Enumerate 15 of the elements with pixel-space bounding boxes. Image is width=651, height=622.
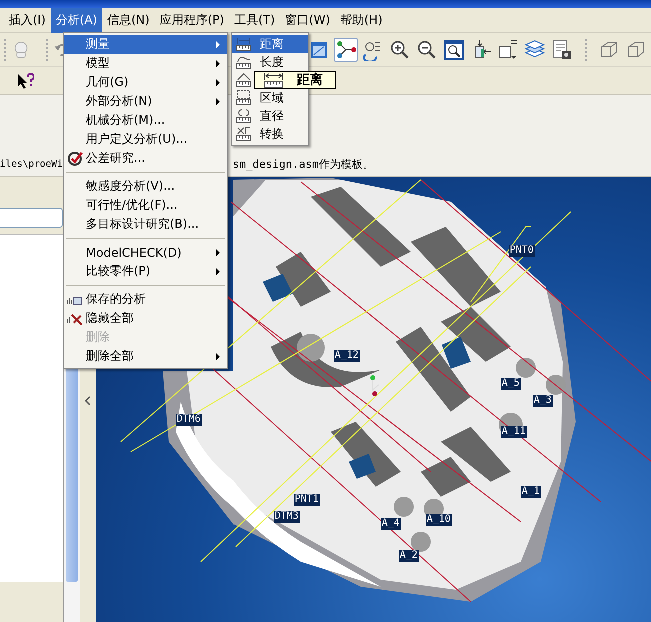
message-text: iles\proeWi [0,158,63,170]
tooltip: 距离 [254,71,336,89]
datum-label: A_4 [380,518,401,530]
datum-label: PNT1 [294,494,320,506]
datum-label: A_12 [334,350,360,362]
datum-label: PNT0 [508,245,535,257]
message-text: sm_design.asm作为模板。 [232,156,374,172]
datum-label: A_5 [500,378,521,390]
datum-label: DTM6 [176,414,202,426]
datum-label: A_11 [500,426,527,438]
datum-label: A_10 [426,514,452,526]
datum-label: A_3 [532,395,553,407]
datum-label: DTM3 [274,511,300,523]
datum-label: A_1 [520,486,541,498]
datum-label: A_2 [398,550,419,562]
